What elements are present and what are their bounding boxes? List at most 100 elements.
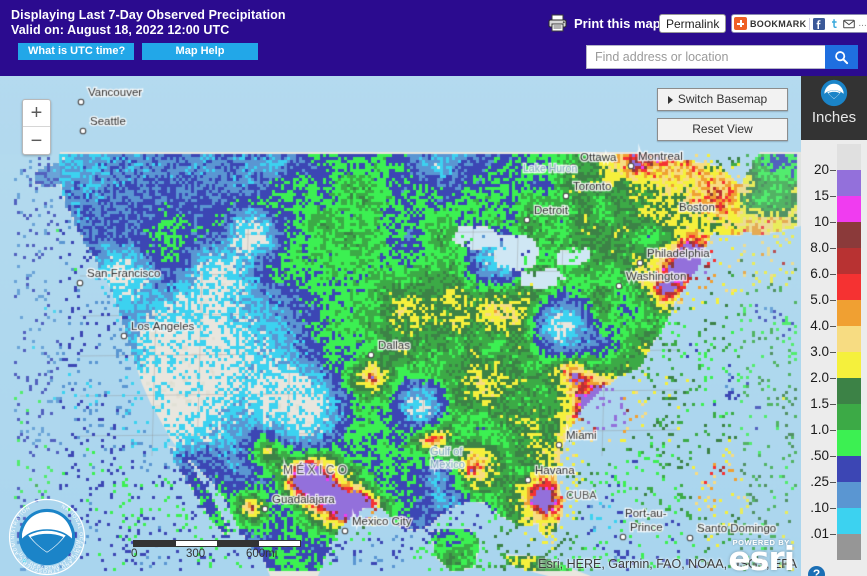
search-input[interactable] (586, 45, 825, 69)
triangle-right-icon (668, 96, 673, 104)
map-raster-canvas[interactable] (0, 76, 801, 576)
scale-segment (258, 541, 300, 546)
scale-bar-track (133, 540, 301, 547)
page-header: Displaying Last 7-Day Observed Precipita… (0, 0, 867, 76)
legend-swatch (837, 144, 861, 170)
legend-tick (830, 456, 836, 457)
legend-value-label: 4.0 (810, 318, 829, 333)
permalink-button[interactable]: Permalink (659, 14, 727, 33)
noaa-logo-icon: NOAA (820, 79, 848, 107)
legend-tick (830, 300, 836, 301)
switch-basemap-button[interactable]: Switch Basemap (657, 88, 788, 111)
legend-help-button[interactable]: ? (808, 566, 825, 576)
valid-time-subtitle: Valid on: August 18, 2022 12:00 UTC (11, 23, 230, 37)
legend-tick (830, 274, 836, 275)
divider (809, 17, 811, 30)
legend-value-label: 2.0 (810, 370, 829, 385)
legend-swatch (837, 534, 861, 560)
magnifier-icon (835, 50, 849, 64)
search-button[interactable] (825, 45, 858, 69)
legend-tick (830, 196, 836, 197)
scale-segment (217, 541, 259, 546)
legend-value-label: .50 (810, 448, 829, 463)
legend-value-label: 8.0 (810, 240, 829, 255)
scale-segment (175, 541, 217, 546)
legend-color-bar (837, 144, 861, 560)
svg-text:NOAA: NOAA (828, 85, 840, 90)
legend-swatch (837, 274, 861, 300)
facebook-icon[interactable] (813, 17, 826, 30)
legend-tick (830, 430, 836, 431)
map-help-button[interactable]: Map Help (142, 43, 258, 60)
legend-panel: NOAA Inches 20 15 10 8.0 6.0 5.0 4.0 3.0 2.0 1.5 1… (801, 76, 867, 576)
legend-tick (830, 222, 836, 223)
legend-value-label: 20 (813, 162, 829, 177)
reset-view-button[interactable]: Reset View (657, 118, 788, 141)
legend-tick (830, 482, 836, 483)
header-title-block: Displaying Last 7-Day Observed Precipita… (11, 8, 286, 38)
legend-swatch (837, 456, 861, 482)
legend-value-label: 5.0 (810, 292, 829, 307)
map-button-group: Switch Basemap Reset View (657, 88, 788, 141)
scale-bar: 0 300 600mi (131, 540, 301, 562)
legend-swatch (837, 352, 861, 378)
bookmark-share-widget[interactable]: BOOKMARK ... (731, 14, 867, 33)
print-this-map-label: Print this map (574, 15, 661, 31)
legend-swatch (837, 430, 861, 456)
scale-label-min: 0 (131, 548, 138, 560)
printer-icon (548, 14, 567, 32)
legend-header: NOAA Inches (801, 76, 867, 140)
location-search (586, 45, 858, 69)
legend-tick (830, 352, 836, 353)
zoom-controls: + − (22, 99, 51, 155)
legend-value-label: .25 (810, 474, 829, 489)
map-attribution: Esri, HERE, Garmin, FAO, NOAA, USGS, EPA (538, 557, 797, 571)
legend-tick (830, 326, 836, 327)
legend-scale: 20 15 10 8.0 6.0 5.0 4.0 3.0 2.0 1.5 1.0 .50 .25 .10.… (801, 140, 867, 576)
switch-basemap-label: Switch Basemap (677, 92, 768, 106)
legend-value-label: 15 (813, 188, 829, 203)
legend-unit-label: Inches (811, 109, 857, 126)
legend-value-label: .10 (810, 500, 829, 515)
header-button-row: What is UTC time? Map Help (18, 43, 258, 60)
legend-value-label: 1.5 (810, 396, 829, 411)
legend-tick (830, 248, 836, 249)
legend-swatch (837, 196, 861, 222)
zoom-in-button[interactable]: + (23, 100, 50, 127)
legend-tick (830, 508, 836, 509)
legend-tick (830, 534, 836, 535)
envelope-icon[interactable] (843, 18, 856, 30)
legend-swatch (837, 378, 861, 404)
precipitation-map[interactable]: + − Switch Basemap Reset View 0 300 600m… (0, 76, 801, 576)
legend-tick (830, 378, 836, 379)
legend-swatch (837, 404, 861, 430)
scale-label-max: 600mi (246, 548, 278, 560)
legend-value-label: 1.0 (810, 422, 829, 437)
legend-tick (830, 404, 836, 405)
legend-swatch (837, 326, 861, 352)
print-this-map-button[interactable]: Print this map (548, 14, 661, 32)
plus-icon (734, 17, 747, 30)
legend-swatch (837, 222, 861, 248)
zoom-out-button[interactable]: − (23, 127, 50, 154)
noaa-logo-icon: NOAA NATIONAL OCEANIC AND ATMOSPHERIC AD… (8, 498, 86, 576)
noaa-precipitation-map-app: Displaying Last 7-Day Observed Precipita… (0, 0, 867, 576)
svg-text:NOAA: NOAA (31, 518, 63, 529)
bookmark-more-label[interactable]: ... (858, 18, 866, 28)
legend-swatch (837, 170, 861, 196)
legend-value-label: 3.0 (810, 344, 829, 359)
legend-value-label: .01 (810, 526, 829, 541)
scale-bar-labels: 0 300 600mi (131, 548, 301, 562)
legend-value-label: 6.0 (810, 266, 829, 281)
legend-swatch (837, 248, 861, 274)
twitter-icon[interactable] (828, 17, 841, 30)
legend-swatch (837, 508, 861, 534)
legend-swatch (837, 300, 861, 326)
page-title: Displaying Last 7-Day Observed Precipita… (11, 8, 286, 22)
legend-swatch (837, 482, 861, 508)
scale-label-mid: 300 (186, 548, 206, 560)
legend-value-label: 10 (813, 214, 829, 229)
what-is-utc-time-button[interactable]: What is UTC time? (18, 43, 134, 60)
legend-tick (830, 170, 836, 171)
scale-segment (134, 541, 176, 546)
